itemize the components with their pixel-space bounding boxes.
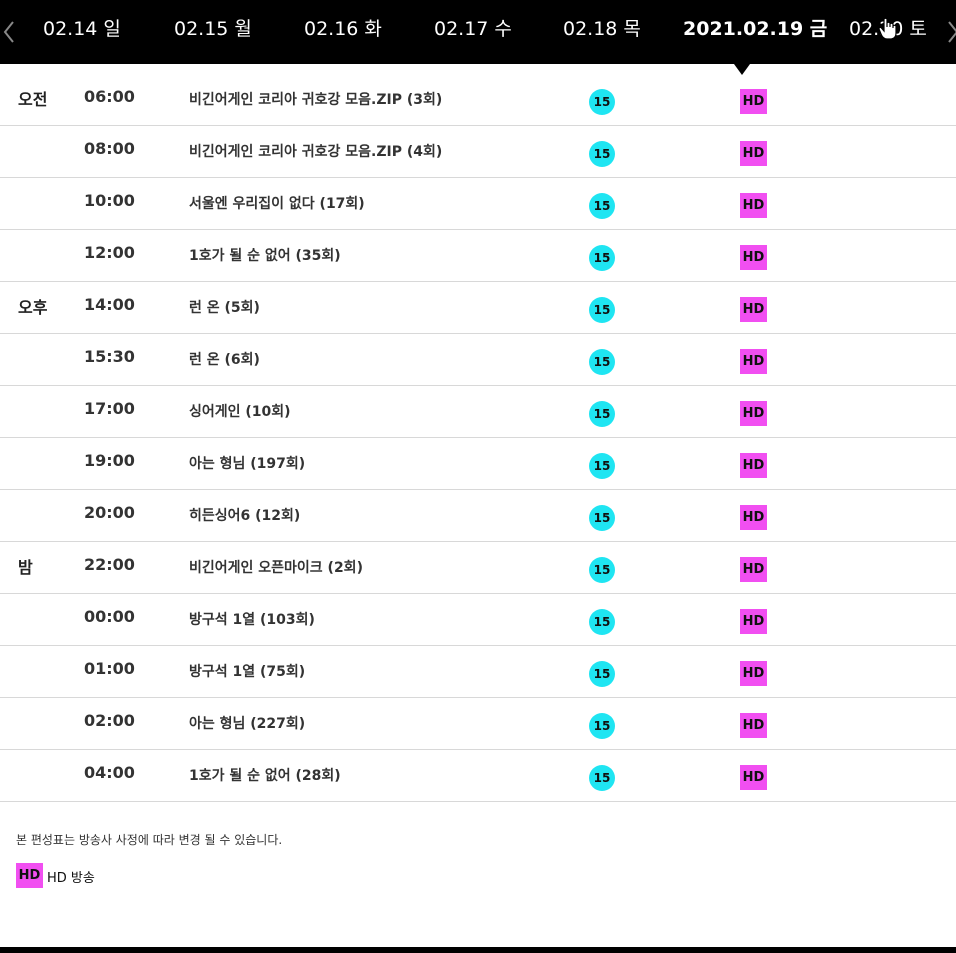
age-rating-badge: 15: [589, 193, 615, 219]
date-tab-0219-active[interactable]: 2021.02.19 금: [683, 0, 827, 64]
program-title[interactable]: 아는 형님 (197회): [189, 453, 305, 473]
program-title[interactable]: 싱어게인 (10회): [189, 401, 291, 421]
schedule-list: 오전 06:00 비긴어게인 코리아 귀호강 모음.ZIP (3회) 15 HD…: [0, 74, 956, 802]
period-label: 오전: [18, 90, 48, 109]
program-time: 08:00: [84, 139, 135, 158]
hd-badge: HD: [740, 297, 767, 322]
program-title[interactable]: 방구석 1열 (103회): [189, 609, 315, 629]
program-time: 04:00: [84, 763, 135, 782]
program-time: 19:00: [84, 451, 135, 470]
date-tab-0215[interactable]: 02.15 월: [174, 0, 252, 64]
age-rating-badge: 15: [589, 401, 615, 427]
hd-badge: HD: [740, 453, 767, 478]
age-rating-badge: 15: [589, 245, 615, 271]
program-time: 01:00: [84, 659, 135, 678]
schedule-row: 10:00 서울엔 우리집이 없다 (17회) 15 HD: [0, 178, 956, 230]
program-time: 06:00: [84, 87, 135, 106]
program-title[interactable]: 런 온 (6회): [189, 349, 260, 369]
program-title[interactable]: 런 온 (5회): [189, 297, 260, 317]
schedule-row: 15:30 런 온 (6회) 15 HD: [0, 334, 956, 386]
hd-badge: HD: [740, 89, 767, 114]
hand-cursor-icon: [877, 17, 899, 41]
program-title[interactable]: 1호가 될 순 없어 (28회): [189, 765, 341, 785]
program-title[interactable]: 방구석 1열 (75회): [189, 661, 305, 681]
program-title[interactable]: 히든싱어6 (12회): [189, 505, 300, 525]
program-title[interactable]: 비긴어게인 코리아 귀호강 모음.ZIP (4회): [189, 141, 442, 161]
schedule-row: 04:00 1호가 될 순 없어 (28회) 15 HD: [0, 750, 956, 802]
program-time: 20:00: [84, 503, 135, 522]
hd-badge: HD: [740, 349, 767, 374]
hd-badge: HD: [740, 193, 767, 218]
schedule-row: 12:00 1호가 될 순 없어 (35회) 15 HD: [0, 230, 956, 282]
hd-badge: HD: [740, 401, 767, 426]
schedule-row: 20:00 히든싱어6 (12회) 15 HD: [0, 490, 956, 542]
hd-badge: HD: [740, 661, 767, 686]
program-time: 12:00: [84, 243, 135, 262]
chevron-right-icon[interactable]: [946, 18, 956, 46]
program-time: 15:30: [84, 347, 135, 366]
hd-badge: HD: [740, 713, 767, 738]
bottom-divider: [0, 947, 956, 953]
age-rating-badge: 15: [589, 661, 615, 687]
schedule-row: 08:00 비긴어게인 코리아 귀호강 모음.ZIP (4회) 15 HD: [0, 126, 956, 178]
age-rating-badge: 15: [589, 609, 615, 635]
hd-badge: HD: [740, 505, 767, 530]
hd-badge: HD: [740, 557, 767, 582]
legend-label: HD 방송: [47, 871, 95, 886]
legend-hd-badge: HD: [16, 863, 43, 888]
hd-badge: HD: [740, 141, 767, 166]
age-rating-badge: 15: [589, 297, 615, 323]
hd-badge: HD: [740, 609, 767, 634]
age-rating-badge: 15: [589, 349, 615, 375]
schedule-row: 02:00 아는 형님 (227회) 15 HD: [0, 698, 956, 750]
program-time: 22:00: [84, 555, 135, 574]
age-rating-badge: 15: [589, 453, 615, 479]
age-rating-badge: 15: [589, 141, 615, 167]
period-label: 밤: [18, 558, 33, 577]
date-tab-0217[interactable]: 02.17 수: [434, 0, 512, 64]
program-time: 00:00: [84, 607, 135, 626]
date-navigation-bar: 02.14 일 02.15 월 02.16 화 02.17 수 02.18 목 …: [0, 0, 956, 64]
hd-badge: HD: [740, 245, 767, 270]
program-title[interactable]: 아는 형님 (227회): [189, 713, 305, 733]
program-time: 02:00: [84, 711, 135, 730]
date-tab-0216[interactable]: 02.16 화: [304, 0, 382, 64]
program-title[interactable]: 1호가 될 순 없어 (35회): [189, 245, 341, 265]
program-time: 10:00: [84, 191, 135, 210]
schedule-row: 17:00 싱어게인 (10회) 15 HD: [0, 386, 956, 438]
program-title[interactable]: 비긴어게인 코리아 귀호강 모음.ZIP (3회): [189, 89, 442, 109]
age-rating-badge: 15: [589, 505, 615, 531]
schedule-row: 01:00 방구석 1열 (75회) 15 HD: [0, 646, 956, 698]
date-tab-0214[interactable]: 02.14 일: [43, 0, 121, 64]
period-label: 오후: [18, 298, 48, 317]
schedule-row: 밤 22:00 비긴어게인 오픈마이크 (2회) 15 HD: [0, 542, 956, 594]
age-rating-badge: 15: [589, 765, 615, 791]
program-title[interactable]: 비긴어게인 오픈마이크 (2회): [189, 557, 363, 577]
program-title[interactable]: 서울엔 우리집이 없다 (17회): [189, 193, 365, 213]
hd-badge: HD: [740, 765, 767, 790]
chevron-left-icon[interactable]: [2, 18, 16, 46]
schedule-row: 19:00 아는 형님 (197회) 15 HD: [0, 438, 956, 490]
program-time: 17:00: [84, 399, 135, 418]
date-tab-0218[interactable]: 02.18 목: [563, 0, 641, 64]
age-rating-badge: 15: [589, 89, 615, 115]
program-time: 14:00: [84, 295, 135, 314]
age-rating-badge: 15: [589, 713, 615, 739]
schedule-row: 오후 14:00 런 온 (5회) 15 HD: [0, 282, 956, 334]
schedule-change-notice: 본 편성표는 방송사 사정에 따라 변경 될 수 있습니다.: [16, 833, 283, 847]
age-rating-badge: 15: [589, 557, 615, 583]
schedule-row: 00:00 방구석 1열 (103회) 15 HD: [0, 594, 956, 646]
schedule-row: 오전 06:00 비긴어게인 코리아 귀호강 모음.ZIP (3회) 15 HD: [0, 74, 956, 126]
